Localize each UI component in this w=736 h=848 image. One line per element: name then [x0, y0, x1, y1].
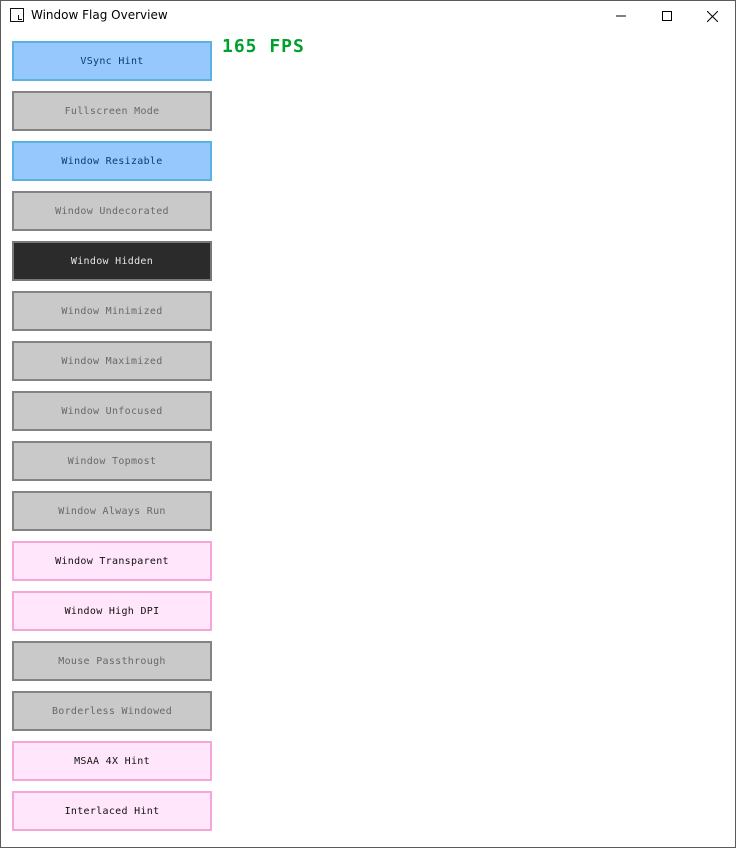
- flag-button-window-minimized[interactable]: Window Minimized: [12, 291, 212, 331]
- flag-button-window-undecorated[interactable]: Window Undecorated: [12, 191, 212, 231]
- minimize-button[interactable]: [598, 1, 644, 31]
- maximize-icon: [662, 11, 672, 21]
- flag-button-window-topmost[interactable]: Window Topmost: [12, 441, 212, 481]
- close-button[interactable]: [689, 1, 735, 31]
- maximize-button[interactable]: [644, 1, 690, 31]
- flag-button-window-high-dpi[interactable]: Window High DPI: [12, 591, 212, 631]
- flag-button-msaa-4x-hint[interactable]: MSAA 4X Hint: [12, 741, 212, 781]
- flag-button-window-resizable[interactable]: Window Resizable: [12, 141, 212, 181]
- app-window: Window Flag Overview 165 FPS VSync Hint F…: [0, 0, 736, 848]
- flag-button-window-always-run[interactable]: Window Always Run: [12, 491, 212, 531]
- app-icon: [10, 8, 24, 22]
- minimize-icon: [616, 15, 626, 17]
- flag-button-interlaced-hint[interactable]: Interlaced Hint: [12, 791, 212, 831]
- client-area: 165 FPS VSync Hint Fullscreen Mode Window …: [1, 31, 735, 847]
- close-icon: [707, 11, 718, 22]
- flag-button-window-maximized[interactable]: Window Maximized: [12, 341, 212, 381]
- flag-button-vsync-hint[interactable]: VSync Hint: [12, 41, 212, 81]
- flag-button-window-transparent[interactable]: Window Transparent: [12, 541, 212, 581]
- flag-button-window-unfocused[interactable]: Window Unfocused: [12, 391, 212, 431]
- flag-button-borderless-windowed[interactable]: Borderless Windowed: [12, 691, 212, 731]
- window-title: Window Flag Overview: [31, 8, 168, 22]
- title-bar[interactable]: Window Flag Overview: [1, 1, 735, 31]
- flag-button-mouse-passthrough[interactable]: Mouse Passthrough: [12, 641, 212, 681]
- flag-button-window-hidden[interactable]: Window Hidden: [12, 241, 212, 281]
- flag-button-fullscreen-mode[interactable]: Fullscreen Mode: [12, 91, 212, 131]
- fps-counter: 165 FPS: [222, 36, 305, 57]
